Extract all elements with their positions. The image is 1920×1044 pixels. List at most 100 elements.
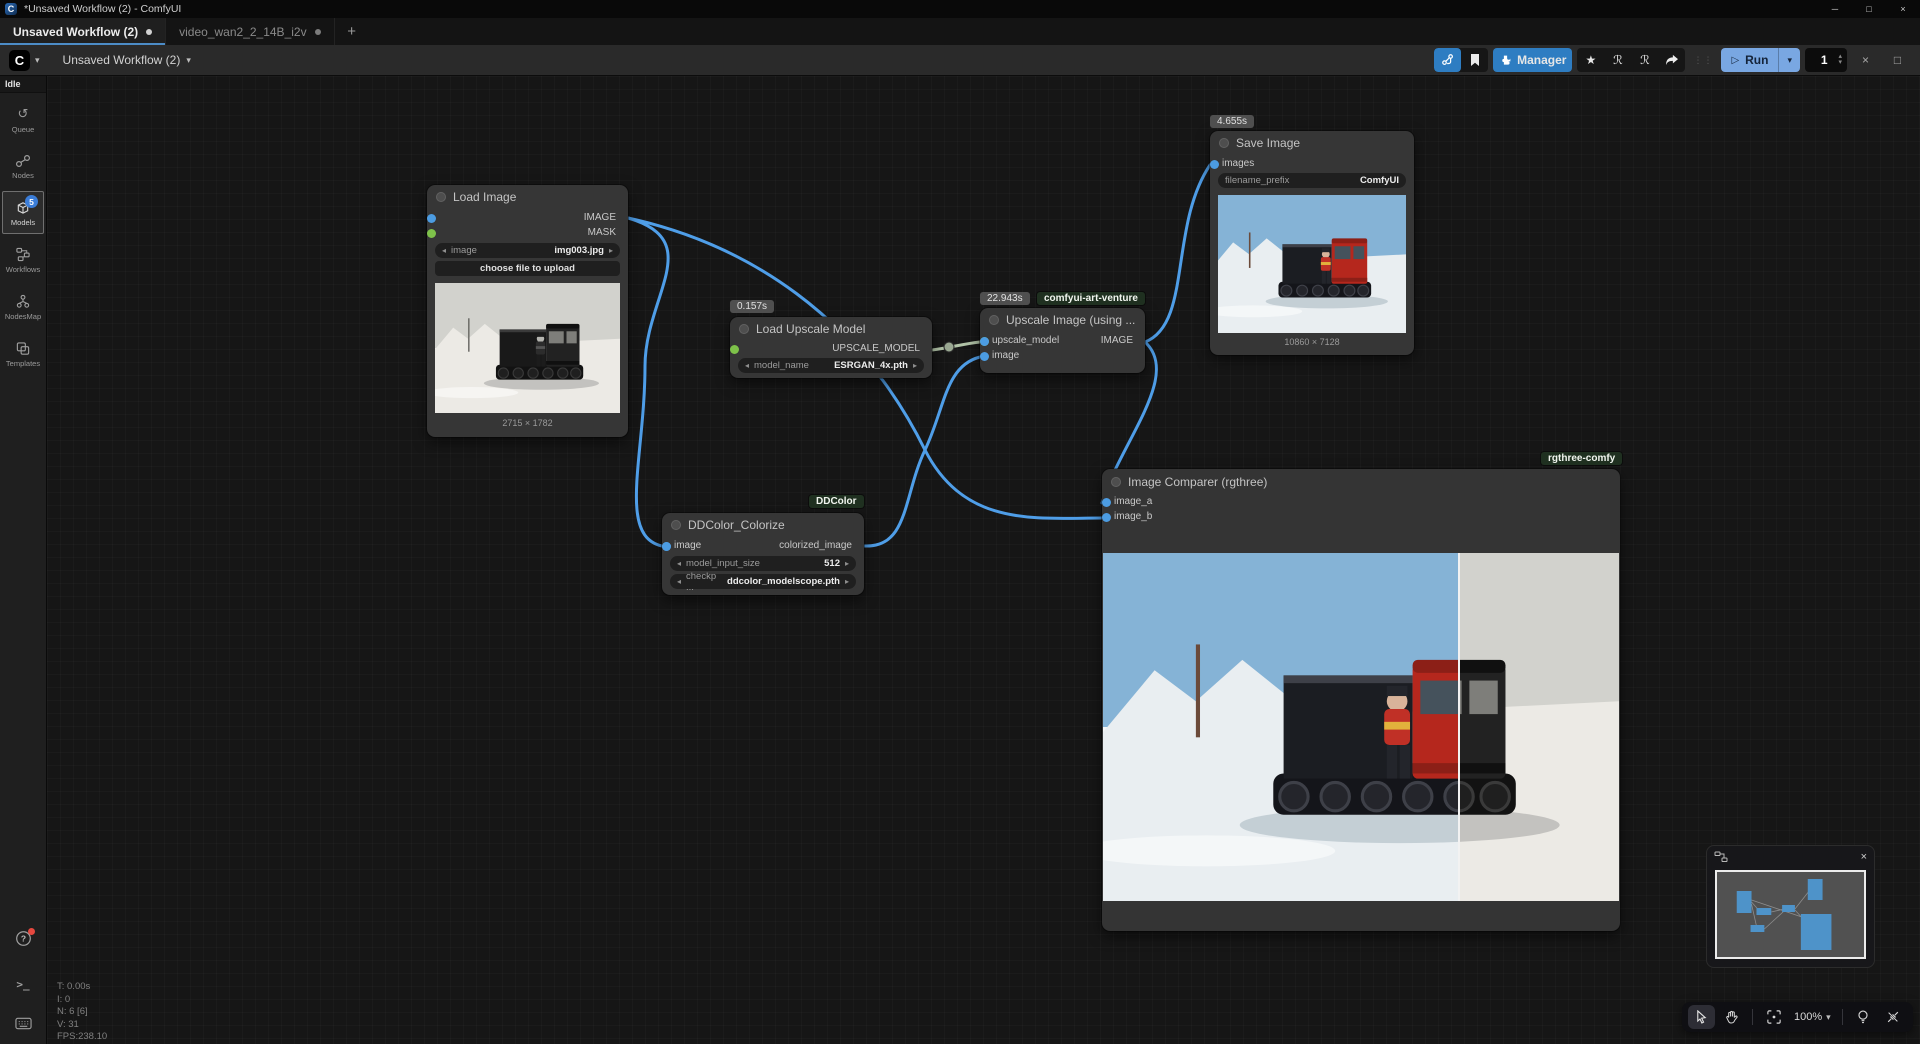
slot-label-upscale-model: UPSCALE_MODEL <box>832 343 920 354</box>
image-preview[interactable] <box>1218 195 1406 333</box>
image-size-caption: 2715 × 1782 <box>427 418 628 428</box>
collapse-dot-icon[interactable] <box>989 315 999 325</box>
model-name-combo-widget[interactable]: ◂ model_name ESRGAN_4x.pth ▸ <box>738 358 924 373</box>
stat-fps: FPS:238.10 <box>57 1031 107 1044</box>
sidebar-item-nodesmap[interactable]: NodesMap <box>2 285 44 328</box>
drag-handle-icon[interactable]: ⋮⋮ <box>1693 55 1713 66</box>
widget-value: ComfyUI <box>1360 175 1399 186</box>
count-down-icon[interactable]: ▾ <box>1838 60 1842 66</box>
tab-unsaved-workflow[interactable]: Unsaved Workflow (2) <box>0 18 166 45</box>
workflow-name-menu[interactable]: Unsaved Workflow (2) ▾ <box>63 53 191 67</box>
collapse-dot-icon[interactable] <box>739 324 749 334</box>
sidebar-item-label: Nodes <box>12 171 34 180</box>
execution-time-badge: 22.943s <box>980 292 1030 305</box>
stepper-left-icon[interactable]: ◂ <box>677 578 681 586</box>
unsaved-dot-icon[interactable] <box>146 29 152 35</box>
new-tab-button[interactable]: + <box>335 18 369 45</box>
upload-button[interactable]: choose file to upload <box>435 261 620 276</box>
fit-view-button[interactable] <box>1760 1005 1787 1029</box>
sidebar-item-queue[interactable]: ↺ Queue <box>2 97 44 141</box>
sidebar-item-models[interactable]: Models 5 <box>2 191 44 234</box>
svg-text:?: ? <box>20 934 25 944</box>
model-input-size-widget[interactable]: ◂ model_input_size 512 ▸ <box>670 556 856 571</box>
input-dot-image[interactable] <box>980 352 989 361</box>
node-upscale-image[interactable]: Upscale Image (using ... upscale_model I… <box>980 308 1145 373</box>
manager-label: Manager <box>1517 53 1566 67</box>
toggle-links-button[interactable] <box>1880 1005 1907 1029</box>
input-dot-image-a[interactable] <box>1102 498 1111 507</box>
node-image-comparer[interactable]: Image Comparer (rgthree) image_a image_b <box>1102 469 1620 931</box>
app-menu-button[interactable]: C ▾ <box>9 50 40 71</box>
sidebar-item-nodes[interactable]: Nodes <box>2 145 44 187</box>
stepper-right-icon[interactable]: ▸ <box>913 362 917 370</box>
zoom-level-dropdown[interactable]: 100% ▾ <box>1790 1011 1835 1023</box>
minimize-button[interactable]: ─ <box>1818 0 1852 18</box>
output-dot-image[interactable] <box>427 214 436 223</box>
tab-video-wan[interactable]: video_wan2_2_14B_i2v <box>166 18 334 45</box>
unsaved-dot-icon[interactable] <box>315 29 321 35</box>
run-button[interactable]: ▷ Run ▾ <box>1721 48 1800 72</box>
run-options-caret[interactable]: ▾ <box>1778 48 1800 72</box>
comparer-image-area[interactable] <box>1103 553 1619 901</box>
select-tool-button[interactable] <box>1688 1005 1715 1029</box>
node-title[interactable]: Upscale Image (using ... <box>980 308 1145 332</box>
sidebar-item-workflows[interactable]: Workflows <box>2 238 44 281</box>
graph-canvas[interactable]: Load Image IMAGE MASK ◂ image img003.jpg… <box>47 76 1920 1044</box>
node-load-upscale-model[interactable]: Load Upscale Model UPSCALE_MODEL ◂ model… <box>730 317 932 378</box>
output-dot-colorized[interactable] <box>662 542 671 551</box>
collapse-dot-icon[interactable] <box>671 520 681 530</box>
hints-button[interactable] <box>1850 1005 1877 1029</box>
reroute-dot[interactable] <box>944 342 954 352</box>
stepper-left-icon[interactable]: ◂ <box>745 362 749 370</box>
node-save-image[interactable]: Save Image images filename_prefix ComfyU… <box>1210 131 1414 355</box>
sidebar-item-templates[interactable]: Templates <box>2 332 44 375</box>
image-preview[interactable] <box>435 283 620 413</box>
output-dot-mask[interactable] <box>427 229 436 238</box>
manager-button[interactable]: Manager <box>1493 48 1572 72</box>
graph-view-toggle[interactable] <box>1434 48 1461 72</box>
terminal-button[interactable]: >_ <box>16 978 29 991</box>
minimap-panel[interactable]: × <box>1706 845 1875 968</box>
widget-label: model_input_size <box>686 558 760 569</box>
stepper-right-icon[interactable]: ▸ <box>609 247 613 255</box>
input-dot-images[interactable] <box>1210 160 1219 169</box>
node-title[interactable]: Save Image <box>1210 131 1414 155</box>
stepper-right-icon[interactable]: ▸ <box>845 578 849 586</box>
input-dot-image-b[interactable] <box>1102 513 1111 522</box>
stepper-left-icon[interactable]: ◂ <box>677 560 681 568</box>
image-combo-widget[interactable]: ◂ image img003.jpg ▸ <box>435 243 620 258</box>
collapse-dot-icon[interactable] <box>1111 477 1121 487</box>
node-ddcolor-colorize[interactable]: DDColor_Colorize image colorized_image ◂… <box>662 513 864 595</box>
close-button[interactable]: × <box>1886 0 1920 18</box>
clear-queue-button[interactable]: × <box>1852 48 1879 72</box>
stepper-right-icon[interactable]: ▸ <box>845 560 849 568</box>
collapse-dot-icon[interactable] <box>1219 138 1229 148</box>
stepper-left-icon[interactable]: ◂ <box>442 247 446 255</box>
batch-count-input[interactable]: 1 ▴ ▾ <box>1805 48 1847 72</box>
toolbar-divider <box>1752 1009 1753 1025</box>
checkpoint-combo-widget[interactable]: ◂ checkp ... ddcolor_modelscope.pth ▸ <box>670 574 856 589</box>
resource-button-a[interactable]: ℛ <box>1604 48 1631 72</box>
node-title[interactable]: Image Comparer (rgthree) <box>1102 469 1620 495</box>
node-load-image[interactable]: Load Image IMAGE MASK ◂ image img003.jpg… <box>427 185 628 437</box>
minimap-viewport[interactable] <box>1715 870 1866 959</box>
node-title[interactable]: Load Upscale Model <box>730 317 932 341</box>
bookmark-button[interactable] <box>1461 48 1488 72</box>
favorites-button[interactable]: ★ <box>1577 48 1604 72</box>
resource-button-b[interactable]: ℛ <box>1631 48 1658 72</box>
share-button[interactable] <box>1658 48 1685 72</box>
output-dot-upscale-model[interactable] <box>730 345 739 354</box>
stop-button[interactable]: □ <box>1884 48 1911 72</box>
collapse-dot-icon[interactable] <box>436 192 446 202</box>
minimap-close-button[interactable]: × <box>1861 851 1867 863</box>
help-button[interactable]: ? <box>15 930 32 952</box>
comparer-slider-handle[interactable] <box>1458 553 1460 901</box>
filename-prefix-widget[interactable]: filename_prefix ComfyUI <box>1218 173 1406 188</box>
output-dot-image[interactable] <box>980 337 989 346</box>
node-title[interactable]: DDColor_Colorize <box>662 513 864 537</box>
maximize-button[interactable]: □ <box>1852 0 1886 18</box>
graph-icon <box>1441 53 1455 67</box>
pan-tool-button[interactable] <box>1718 1005 1745 1029</box>
shortcuts-keyboard-button[interactable] <box>15 1017 32 1030</box>
node-title[interactable]: Load Image <box>427 185 628 209</box>
